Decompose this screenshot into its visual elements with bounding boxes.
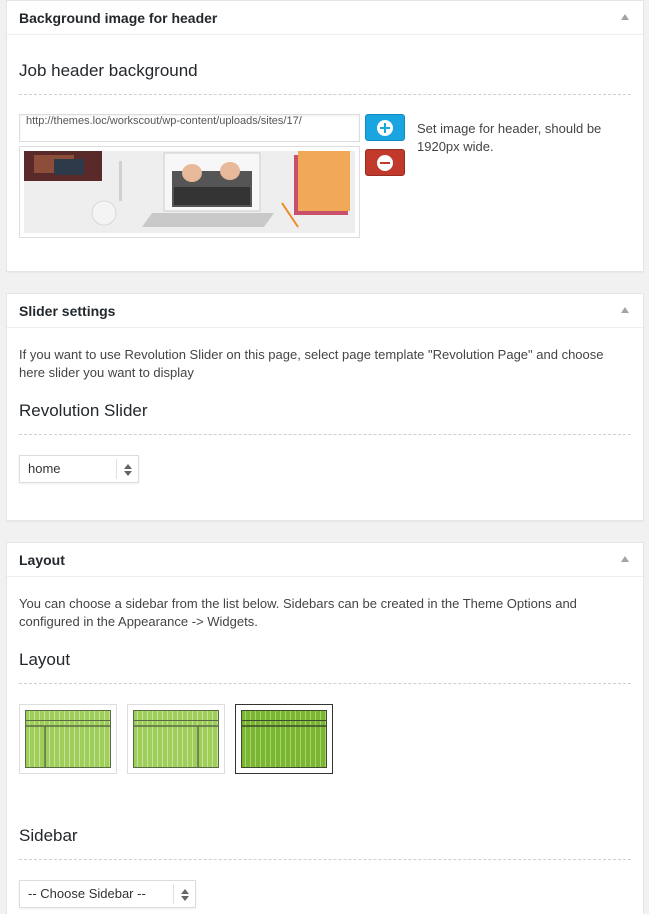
- box-header[interactable]: Layout: [7, 543, 643, 577]
- box-title: Slider settings: [19, 303, 116, 319]
- divider: [19, 94, 631, 95]
- slider-description: If you want to use Revolution Slider on …: [19, 347, 604, 380]
- box-header[interactable]: Background image for header: [7, 1, 643, 35]
- collapse-icon[interactable]: [621, 307, 629, 313]
- layout-description: You can choose a sidebar from the list b…: [19, 596, 577, 629]
- layout-option-right-sidebar[interactable]: [127, 704, 225, 774]
- revolution-slider-select[interactable]: home: [19, 455, 139, 483]
- right-sidebar-layout-icon: [133, 710, 219, 768]
- add-image-button[interactable]: [365, 114, 405, 141]
- sidebar-select[interactable]: -- Choose Sidebar --: [19, 880, 196, 908]
- remove-image-button[interactable]: [365, 149, 405, 176]
- divider: [19, 434, 631, 435]
- collapse-icon[interactable]: [621, 14, 629, 20]
- header-background-box: Background image for header Job header b…: [6, 0, 644, 272]
- layout-box: Layout You can choose a sidebar from the…: [6, 542, 644, 914]
- chevron-updown-icon: [173, 884, 195, 904]
- slider-settings-box: Slider settings If you want to use Revol…: [6, 293, 644, 521]
- chevron-updown-icon: [116, 459, 138, 479]
- field-label: Revolution Slider: [19, 401, 148, 420]
- field-label: Layout: [19, 650, 71, 669]
- image-preview: [19, 146, 360, 238]
- image-note: Set image for header, should be 1920px w…: [417, 121, 602, 154]
- left-sidebar-layout-icon: [25, 710, 111, 768]
- box-title: Layout: [19, 552, 65, 568]
- header-image-thumbnail: [24, 151, 355, 233]
- layout-option-full-width[interactable]: [235, 704, 333, 774]
- full-width-layout-icon: [241, 710, 327, 768]
- divider: [19, 683, 631, 684]
- collapse-icon[interactable]: [621, 556, 629, 562]
- sidebar-label: Sidebar: [19, 826, 78, 845]
- box-title: Background image for header: [19, 10, 218, 26]
- select-value: -- Choose Sidebar --: [28, 886, 146, 901]
- select-value: home: [28, 461, 61, 476]
- plus-circle-icon: [377, 119, 393, 136]
- field-label: Job header background: [19, 61, 198, 80]
- box-header[interactable]: Slider settings: [7, 294, 643, 328]
- image-url-input[interactable]: http://themes.loc/workscout/wp-content/u…: [19, 114, 360, 142]
- divider: [19, 859, 631, 860]
- layout-option-left-sidebar[interactable]: [19, 704, 117, 774]
- minus-circle-icon: [377, 154, 393, 171]
